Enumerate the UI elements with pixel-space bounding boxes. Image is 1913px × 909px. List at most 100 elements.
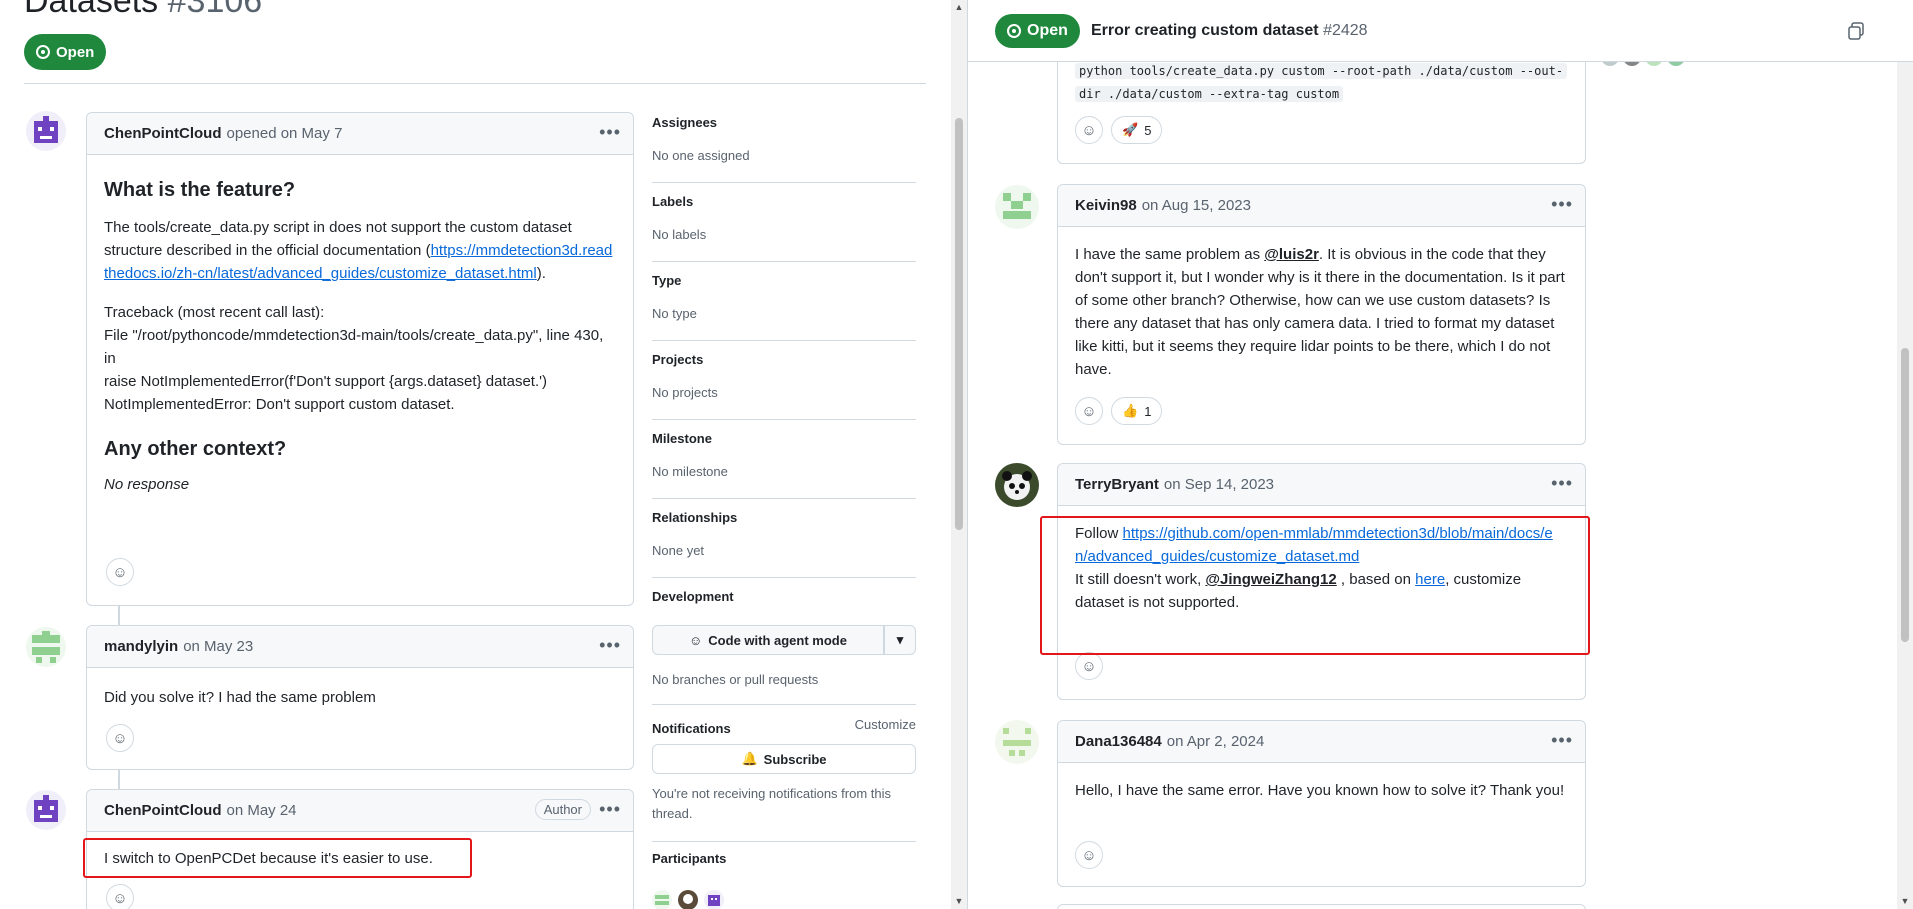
add-reaction-icon[interactable]: ☺ (1075, 841, 1103, 869)
author-badge: Author (534, 799, 591, 820)
timeline-connector (118, 606, 120, 626)
add-reaction-icon[interactable]: ☺ (1075, 116, 1103, 144)
development-value: No branches or pull requests (652, 672, 819, 687)
projects-section[interactable]: Projects No projects (652, 352, 916, 400)
avatar[interactable] (995, 720, 1039, 764)
copilot-icon: ☺ (689, 632, 703, 648)
rocket-icon: 🚀 (1122, 122, 1139, 137)
page-title: Datasets #3106 (24, 0, 263, 20)
divider (652, 498, 916, 499)
divider (652, 182, 916, 183)
header-divider (24, 83, 926, 84)
right-scrollbar-track[interactable]: ▲ ▼ (1897, 0, 1913, 909)
comment: Dana136484 on Apr 2, 2024 ••• Hello, I h… (1057, 720, 1586, 887)
right-issue-pane: Open Error creating custom dataset #2428… (967, 0, 1913, 909)
comment: mandylyin on May 23 ••• Did you solve it… (86, 625, 634, 770)
comment-paragraph: The tools/create_data.py script in does … (104, 219, 613, 282)
comment-date[interactable]: on Aug 15, 2023 (1142, 197, 1251, 214)
issue-description: ChenPointCloud opened on May 7 ••• What … (86, 112, 634, 606)
comment-author[interactable]: Dana136484 (1075, 733, 1162, 750)
comment (1057, 904, 1586, 909)
issue-open-icon (36, 45, 50, 59)
avatar[interactable] (26, 111, 66, 151)
section-heading: Any other context? (104, 438, 287, 460)
comment-text: Hello, I have the same error. Have you k… (1075, 782, 1565, 799)
avatar[interactable] (704, 890, 724, 909)
notifications-note: You're not receiving notifications from … (652, 786, 892, 821)
add-reaction-icon[interactable]: ☺ (106, 724, 134, 752)
development-section: Development (652, 589, 734, 604)
kebab-menu-icon[interactable]: ••• (599, 636, 621, 654)
divider (652, 704, 916, 705)
assignees-section[interactable]: Assignees No one assigned (652, 115, 916, 163)
comment-author[interactable]: Keivin98 (1075, 197, 1137, 214)
code-with-agent-button[interactable]: ☺ Code with agent mode (652, 625, 884, 655)
status-badge: Open (24, 34, 107, 70)
kebab-menu-icon[interactable]: ••• (1551, 195, 1573, 213)
customize-link[interactable]: Customize (652, 717, 916, 732)
add-reaction-icon[interactable]: ☺ (1075, 652, 1103, 680)
thumbs-up-icon: 👍 (1122, 403, 1139, 418)
comment-date[interactable]: on Sep 14, 2023 (1164, 476, 1274, 493)
bell-icon: 🔔 (741, 751, 758, 766)
scroll-thumb[interactable] (955, 118, 963, 530)
scroll-down-icon[interactable]: ▼ (952, 896, 966, 906)
timeline-connector (118, 770, 120, 790)
kebab-menu-icon[interactable]: ••• (1551, 731, 1573, 749)
no-response-text: No response (104, 476, 190, 493)
left-scrollbar-track[interactable]: ▲ ▼ (951, 0, 967, 909)
comment-author[interactable]: ChenPointCloud (104, 802, 221, 819)
avatar[interactable] (678, 890, 698, 909)
comment-date[interactable]: on May 23 (183, 638, 253, 655)
avatar[interactable] (26, 627, 66, 667)
issue-open-icon (1007, 24, 1021, 38)
participants-avatars (652, 890, 724, 909)
add-reaction-icon[interactable]: ☺ (106, 558, 134, 586)
user-mention[interactable]: @luis2r (1264, 246, 1319, 263)
milestone-section[interactable]: Milestone No milestone (652, 431, 916, 479)
comment-author[interactable]: ChenPointCloud (104, 125, 221, 142)
copy-icon[interactable] (1848, 22, 1864, 40)
section-heading: What is the feature? (104, 179, 296, 201)
comment-author[interactable]: TerryBryant (1075, 476, 1159, 493)
comment-text: Did you solve it? I had the same problem (104, 689, 376, 706)
comment-date[interactable]: on Apr 2, 2024 (1167, 733, 1265, 750)
avatar[interactable] (652, 890, 672, 909)
issue-title: Error creating custom dataset #2428 (1091, 22, 1368, 39)
subscribe-button[interactable]: 🔔 Subscribe (652, 744, 916, 774)
add-reaction-icon[interactable]: ☺ (106, 884, 134, 909)
avatar[interactable] (995, 185, 1039, 229)
comment-date[interactable]: on May 24 (226, 802, 296, 819)
comment-text: I have the same problem as @luis2r. It i… (1075, 246, 1565, 378)
type-section[interactable]: Type No type (652, 273, 916, 321)
comment-author[interactable]: mandylyin (104, 638, 178, 655)
add-reaction-icon[interactable]: ☺ (1075, 397, 1103, 425)
chevron-down-icon[interactable]: ▾ (884, 625, 916, 655)
thumbs-up-reaction[interactable]: 👍 1 (1111, 397, 1163, 425)
avatar[interactable] (26, 790, 66, 830)
kebab-menu-icon[interactable]: ••• (599, 123, 621, 141)
relationships-section[interactable]: Relationships None yet (652, 510, 916, 558)
highlight-box (1040, 516, 1590, 655)
divider (652, 841, 916, 842)
highlight-box (83, 838, 472, 878)
rocket-reaction[interactable]: 🚀 5 (1111, 116, 1163, 144)
sticky-issue-header: Open Error creating custom dataset #2428 (968, 0, 1913, 62)
status-badge: Open (995, 14, 1080, 48)
avatar[interactable] (995, 463, 1039, 507)
kebab-menu-icon[interactable]: ••• (1551, 474, 1573, 492)
comment-date[interactable]: opened on May 7 (226, 125, 342, 142)
left-issue-pane: Datasets #3106 Open ChenPointCloud opene… (0, 0, 955, 909)
kebab-menu-icon[interactable]: ••• (599, 800, 621, 818)
scroll-up-icon[interactable]: ▲ (952, 2, 966, 12)
scroll-thumb[interactable] (1901, 348, 1909, 642)
divider (652, 419, 916, 420)
participants-section: Participants (652, 851, 727, 866)
scroll-down-icon[interactable]: ▼ (1898, 896, 1912, 906)
comment: Keivin98 on Aug 15, 2023 ••• I have the … (1057, 184, 1586, 445)
divider (652, 340, 916, 341)
divider (652, 261, 916, 262)
code-block: python tools/create_data.py custom --roo… (1075, 60, 1568, 106)
labels-section[interactable]: Labels No labels (652, 194, 916, 242)
divider (652, 577, 916, 578)
